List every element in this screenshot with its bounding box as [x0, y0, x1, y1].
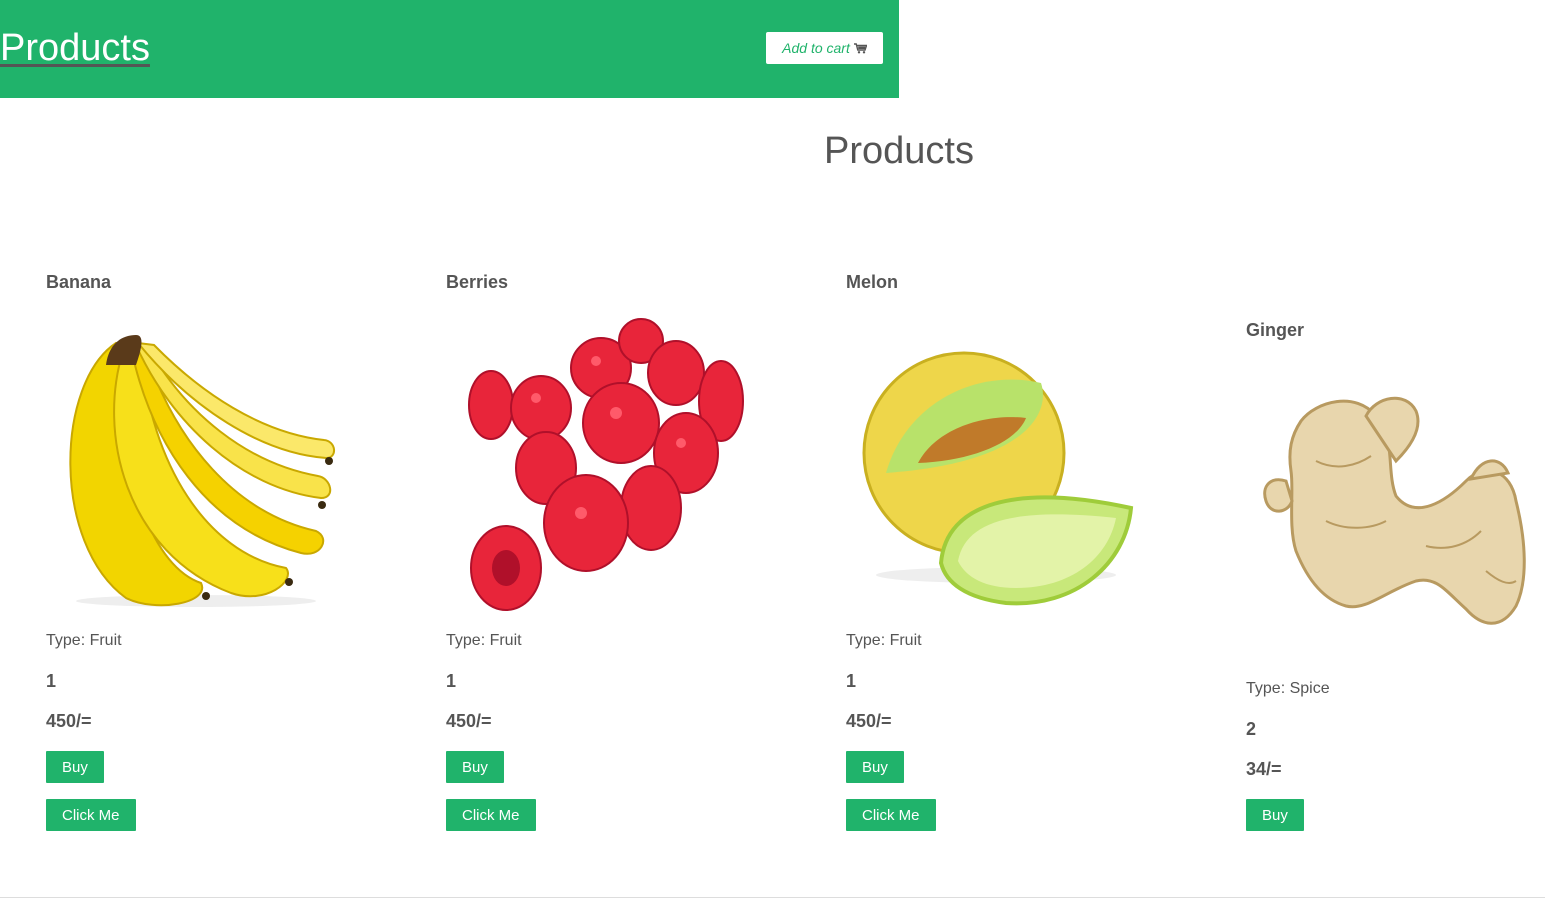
- raspberries-image: [446, 313, 746, 613]
- buy-button[interactable]: Buy: [1246, 799, 1304, 831]
- product-type: Type: Fruit: [46, 632, 122, 649]
- product-type: Type: Fruit: [446, 632, 522, 649]
- product-card-melon: Melon Type: Fruit 1 450/= Buy Click Me: [846, 271, 1146, 831]
- product-type: Type: Spice: [1246, 680, 1330, 697]
- click-me-button[interactable]: Click Me: [46, 799, 136, 831]
- product-card-ginger: Ginger Type: Spice 2 34/= Buy: [1246, 319, 1545, 831]
- add-to-cart-button[interactable]: Add to cart: [766, 32, 883, 64]
- product-quantity: 1: [846, 671, 857, 691]
- product-quantity: 1: [46, 671, 57, 691]
- buy-button[interactable]: Buy: [846, 751, 904, 783]
- product-price: 450/=: [846, 711, 892, 731]
- product-card-banana: Banana Type: Fruit 1 450/= Buy Click Me: [46, 271, 346, 831]
- buy-button[interactable]: Buy: [446, 751, 504, 783]
- add-to-cart-label: Add to cart: [782, 40, 850, 56]
- product-price: 450/=: [446, 711, 492, 731]
- product-name: Berries: [446, 272, 509, 292]
- click-me-button[interactable]: Click Me: [846, 799, 936, 831]
- melon-image: [846, 313, 1146, 613]
- product-name: Melon: [846, 272, 898, 292]
- top-navbar: Products Add to cart: [0, 0, 899, 98]
- product-price: 450/=: [46, 711, 92, 731]
- product-quantity: 1: [446, 671, 457, 691]
- product-card-berries: Berries Type: Fruit 1 450/= Buy Click Me: [446, 271, 746, 831]
- banana-image: [46, 313, 346, 613]
- product-name: Banana: [46, 272, 112, 292]
- ginger-image: [1246, 361, 1545, 661]
- footer-divider: [0, 897, 1545, 898]
- shopping-cart-icon: [853, 42, 867, 54]
- click-me-button[interactable]: Click Me: [446, 799, 536, 831]
- buy-button[interactable]: Buy: [46, 751, 104, 783]
- product-type: Type: Fruit: [846, 632, 922, 649]
- page-title: Products: [824, 130, 974, 172]
- product-price: 34/=: [1246, 759, 1282, 779]
- brand-link[interactable]: Products: [0, 26, 150, 70]
- product-quantity: 2: [1246, 719, 1257, 739]
- product-name: Ginger: [1246, 320, 1305, 340]
